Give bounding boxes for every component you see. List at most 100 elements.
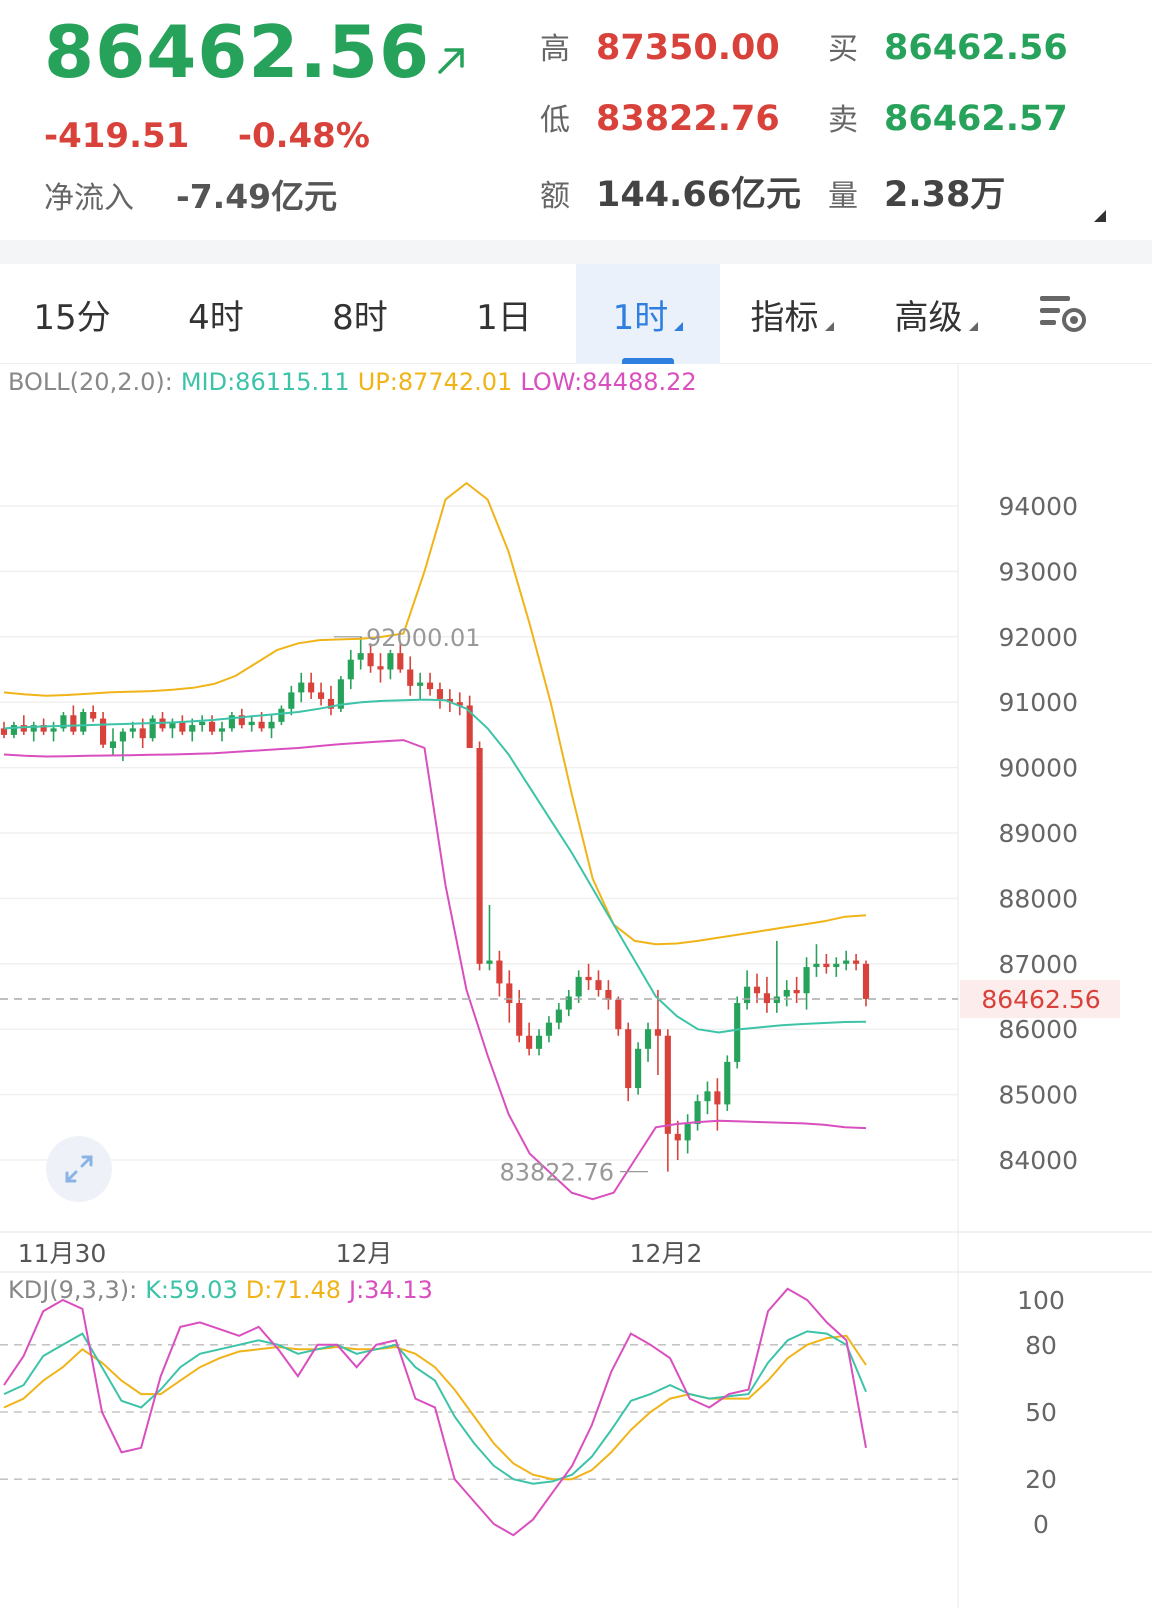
section-divider (0, 240, 1152, 264)
stat-bid: 买 86462.56 (828, 24, 1068, 68)
candle-body (684, 1124, 691, 1141)
stat-amount: 额 144.66亿元 (540, 166, 801, 217)
dropdown-caret-icon (968, 321, 978, 331)
candle-body (496, 960, 503, 984)
change-row: -419.51 -0.48% (44, 116, 370, 156)
expand-icon (65, 1155, 93, 1183)
expand-header-toggle[interactable] (1094, 210, 1106, 222)
stat-ask-value: 86462.57 (884, 99, 1068, 139)
y-tick-label: 91000 (998, 688, 1078, 717)
candle-body (506, 983, 513, 1004)
kdj-tick-label: 20 (1025, 1465, 1057, 1494)
candle-body (248, 721, 255, 726)
y-tick-label: 90000 (998, 754, 1078, 783)
tab-15min[interactable]: 15分 (0, 264, 144, 364)
stat-amount-label: 额 (540, 179, 570, 214)
candle-body (0, 728, 8, 735)
candle-body (625, 1029, 632, 1089)
candle-body (823, 963, 830, 968)
candle-body (218, 728, 226, 732)
net-inflow-label: 净流入 (44, 181, 134, 216)
candle-body (615, 999, 622, 1030)
tab-1h[interactable]: 1时 (576, 264, 720, 364)
net-inflow: 净流入 -7.49亿元 (44, 170, 337, 218)
stat-low-value: 83822.76 (596, 99, 780, 139)
candle-body (833, 963, 840, 968)
candle-body (288, 692, 295, 709)
candle-body (129, 728, 136, 732)
stat-ask-label: 卖 (828, 103, 858, 138)
stat-bid-value: 86462.56 (884, 28, 1068, 68)
kdj-tick-label: 100 (1017, 1286, 1065, 1315)
candle-body (308, 682, 315, 693)
stat-high-value: 87350.00 (596, 28, 780, 68)
tab-label: 8时 (332, 297, 388, 338)
candle-body (635, 1048, 642, 1089)
candle-body (357, 653, 364, 660)
candle-body (843, 960, 850, 964)
candle-body (644, 1029, 652, 1049)
tab-label: 指标 (750, 297, 819, 338)
chart-settings-icon[interactable] (1038, 292, 1090, 336)
y-tick-label: 85000 (998, 1081, 1078, 1110)
candle-body (80, 712, 87, 732)
tab-4h[interactable]: 4时 (144, 264, 288, 364)
candle-body (555, 1009, 562, 1023)
tab-indicators[interactable]: 指标 (720, 264, 864, 364)
last-price-label: 86462.56 (981, 985, 1100, 1014)
y-tick-label: 84000 (998, 1146, 1078, 1175)
candle-body (654, 1029, 662, 1036)
candle-body (298, 682, 305, 693)
candle-body (793, 989, 800, 994)
tab-label: 高级 (894, 297, 963, 338)
tab-1d[interactable]: 1日 (432, 264, 576, 364)
stat-volume-label: 量 (828, 179, 858, 214)
stat-low: 低 83822.76 (540, 95, 780, 139)
candle-body (813, 963, 820, 968)
candle-body (278, 708, 285, 722)
boll-upper-line (3, 481, 867, 946)
candle-body (10, 725, 17, 735)
candle-body (694, 1101, 701, 1125)
kdj-tick-label: 0 (1033, 1510, 1049, 1539)
x-tick-label: 12月2 (630, 1239, 703, 1268)
candle-body (347, 659, 354, 680)
candle-body (664, 1035, 671, 1134)
candle-body (803, 967, 810, 994)
candle-body (535, 1035, 543, 1049)
candle-body (714, 1091, 721, 1105)
tab-advanced[interactable]: 高级 (864, 264, 1008, 364)
candle-body (862, 963, 870, 999)
stat-high-label: 高 (540, 32, 570, 67)
y-tick-label: 89000 (998, 819, 1078, 848)
candle-body (783, 989, 790, 997)
y-tick-label: 93000 (998, 557, 1078, 586)
price-chart[interactable]: 94000 93000 92000 91000 90000 89000 88000 87000… (0, 364, 1152, 1608)
candle-body (773, 996, 780, 1004)
candle-body (704, 1091, 711, 1102)
y-tick-label: 86000 (998, 1015, 1078, 1044)
stat-bid-label: 买 (828, 32, 858, 67)
candle-body (744, 986, 751, 1004)
candle-body (70, 715, 77, 732)
candle-body (149, 718, 156, 739)
candle-body (258, 721, 265, 729)
arrow-up-right-icon (438, 48, 464, 74)
candle-body (208, 721, 216, 732)
candle-body (724, 1061, 731, 1105)
high-marker-label: 92000.01 (366, 624, 481, 652)
dropdown-caret-icon (824, 321, 834, 331)
y-tick-label: 87000 (998, 950, 1078, 979)
candle-body (595, 980, 602, 990)
candle-body (526, 1035, 533, 1049)
tab-8h[interactable]: 8时 (288, 264, 432, 364)
tab-label: 15分 (33, 297, 111, 338)
x-tick-label: 11月30 (18, 1239, 107, 1268)
stat-volume-value: 2.38万 (884, 175, 1006, 215)
expand-chart-button[interactable] (46, 1136, 112, 1202)
y-tick-label: 88000 (998, 884, 1078, 913)
candle-body (367, 653, 374, 667)
candle-body (575, 976, 582, 997)
candle-body (387, 653, 394, 670)
stat-volume: 量 2.38万 (828, 166, 1005, 217)
